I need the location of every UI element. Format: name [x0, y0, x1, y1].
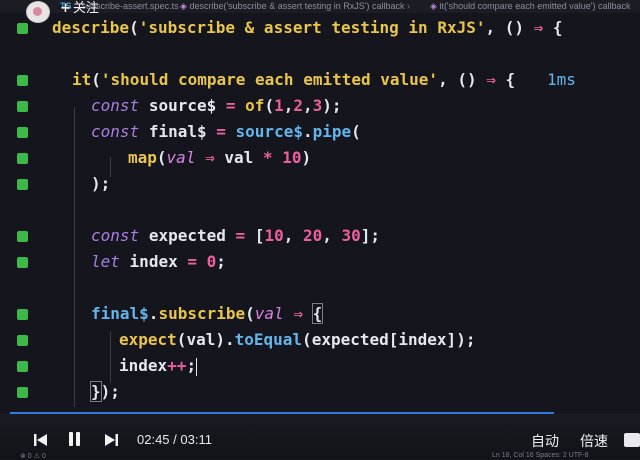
code-line-9[interactable]: final$.subscribe(val ⇒ {	[91, 301, 324, 327]
playback-time: 02:45 / 03:11	[137, 432, 212, 447]
follow-button[interactable]: + 关注	[60, 0, 99, 18]
code-line-10[interactable]: expect(val).toEqual(expected[index]);	[119, 327, 475, 353]
next-icon[interactable]	[103, 433, 119, 447]
code-line-12[interactable]: });	[90, 379, 120, 405]
test-pass-icon[interactable]	[17, 75, 28, 86]
uploader-avatar[interactable]	[26, 1, 50, 23]
player-controls: 02:45 / 03:11 自动 倍速 ⊗ 0 ⚠ 0 Ln 18, Col 1…	[0, 414, 640, 460]
test-pass-icon[interactable]	[17, 153, 28, 164]
code-line-2[interactable]: it('should compare each emitted value', …	[72, 67, 515, 93]
code-line-4[interactable]: const final$ = source$.pipe(	[91, 119, 361, 145]
test-pass-icon[interactable]	[17, 101, 28, 112]
breadcrumb-describe[interactable]: ◈ describe('subscribe & assert testing i…	[180, 0, 410, 13]
test-pass-icon[interactable]	[17, 361, 28, 372]
chevron-right-icon: ›	[406, 1, 410, 11]
test-pass-icon[interactable]	[17, 231, 28, 242]
plus-icon: +	[60, 1, 71, 16]
test-pass-icon[interactable]	[17, 127, 28, 138]
breadcrumb-it[interactable]: ◈ it('should compare each emitted value'…	[430, 0, 630, 13]
test-pass-icon[interactable]	[17, 335, 28, 346]
cube-icon: ◈	[180, 1, 187, 11]
indent-guide	[110, 331, 111, 383]
code-line-6[interactable]: );	[91, 171, 110, 197]
text-cursor	[196, 357, 198, 376]
status-bar-info: Ln 18, Col 16 Spaces: 2 UTF-8	[492, 452, 589, 459]
quality-auto-button[interactable]: 自动	[531, 431, 559, 451]
code-editor[interactable]: describe('subscribe & assert testing in …	[0, 13, 640, 413]
test-duration-badge: 1ms	[547, 70, 576, 89]
test-pass-icon[interactable]	[17, 23, 28, 34]
fullscreen-icon[interactable]	[624, 433, 640, 447]
pause-icon[interactable]	[66, 430, 92, 448]
code-line-5[interactable]: map(val ⇒ val * 10)	[128, 145, 311, 171]
code-line-8[interactable]: let index = 0;	[91, 249, 226, 275]
playback-speed-button[interactable]: 倍速	[580, 431, 608, 451]
cube-icon: ◈	[430, 1, 437, 11]
test-pass-icon[interactable]	[17, 257, 28, 268]
code-line-7[interactable]: const expected = [10, 20, 30];	[91, 223, 380, 249]
indent-guide	[74, 107, 75, 407]
code-line-11[interactable]: index++;	[119, 353, 198, 379]
test-pass-icon[interactable]	[17, 179, 28, 190]
previous-icon[interactable]	[33, 433, 49, 447]
test-pass-icon[interactable]	[17, 387, 28, 398]
code-line-3[interactable]: const source$ = of(1,2,3);	[91, 93, 342, 119]
code-line-1[interactable]: describe('subscribe & assert testing in …	[52, 15, 563, 41]
test-pass-icon[interactable]	[17, 309, 28, 320]
